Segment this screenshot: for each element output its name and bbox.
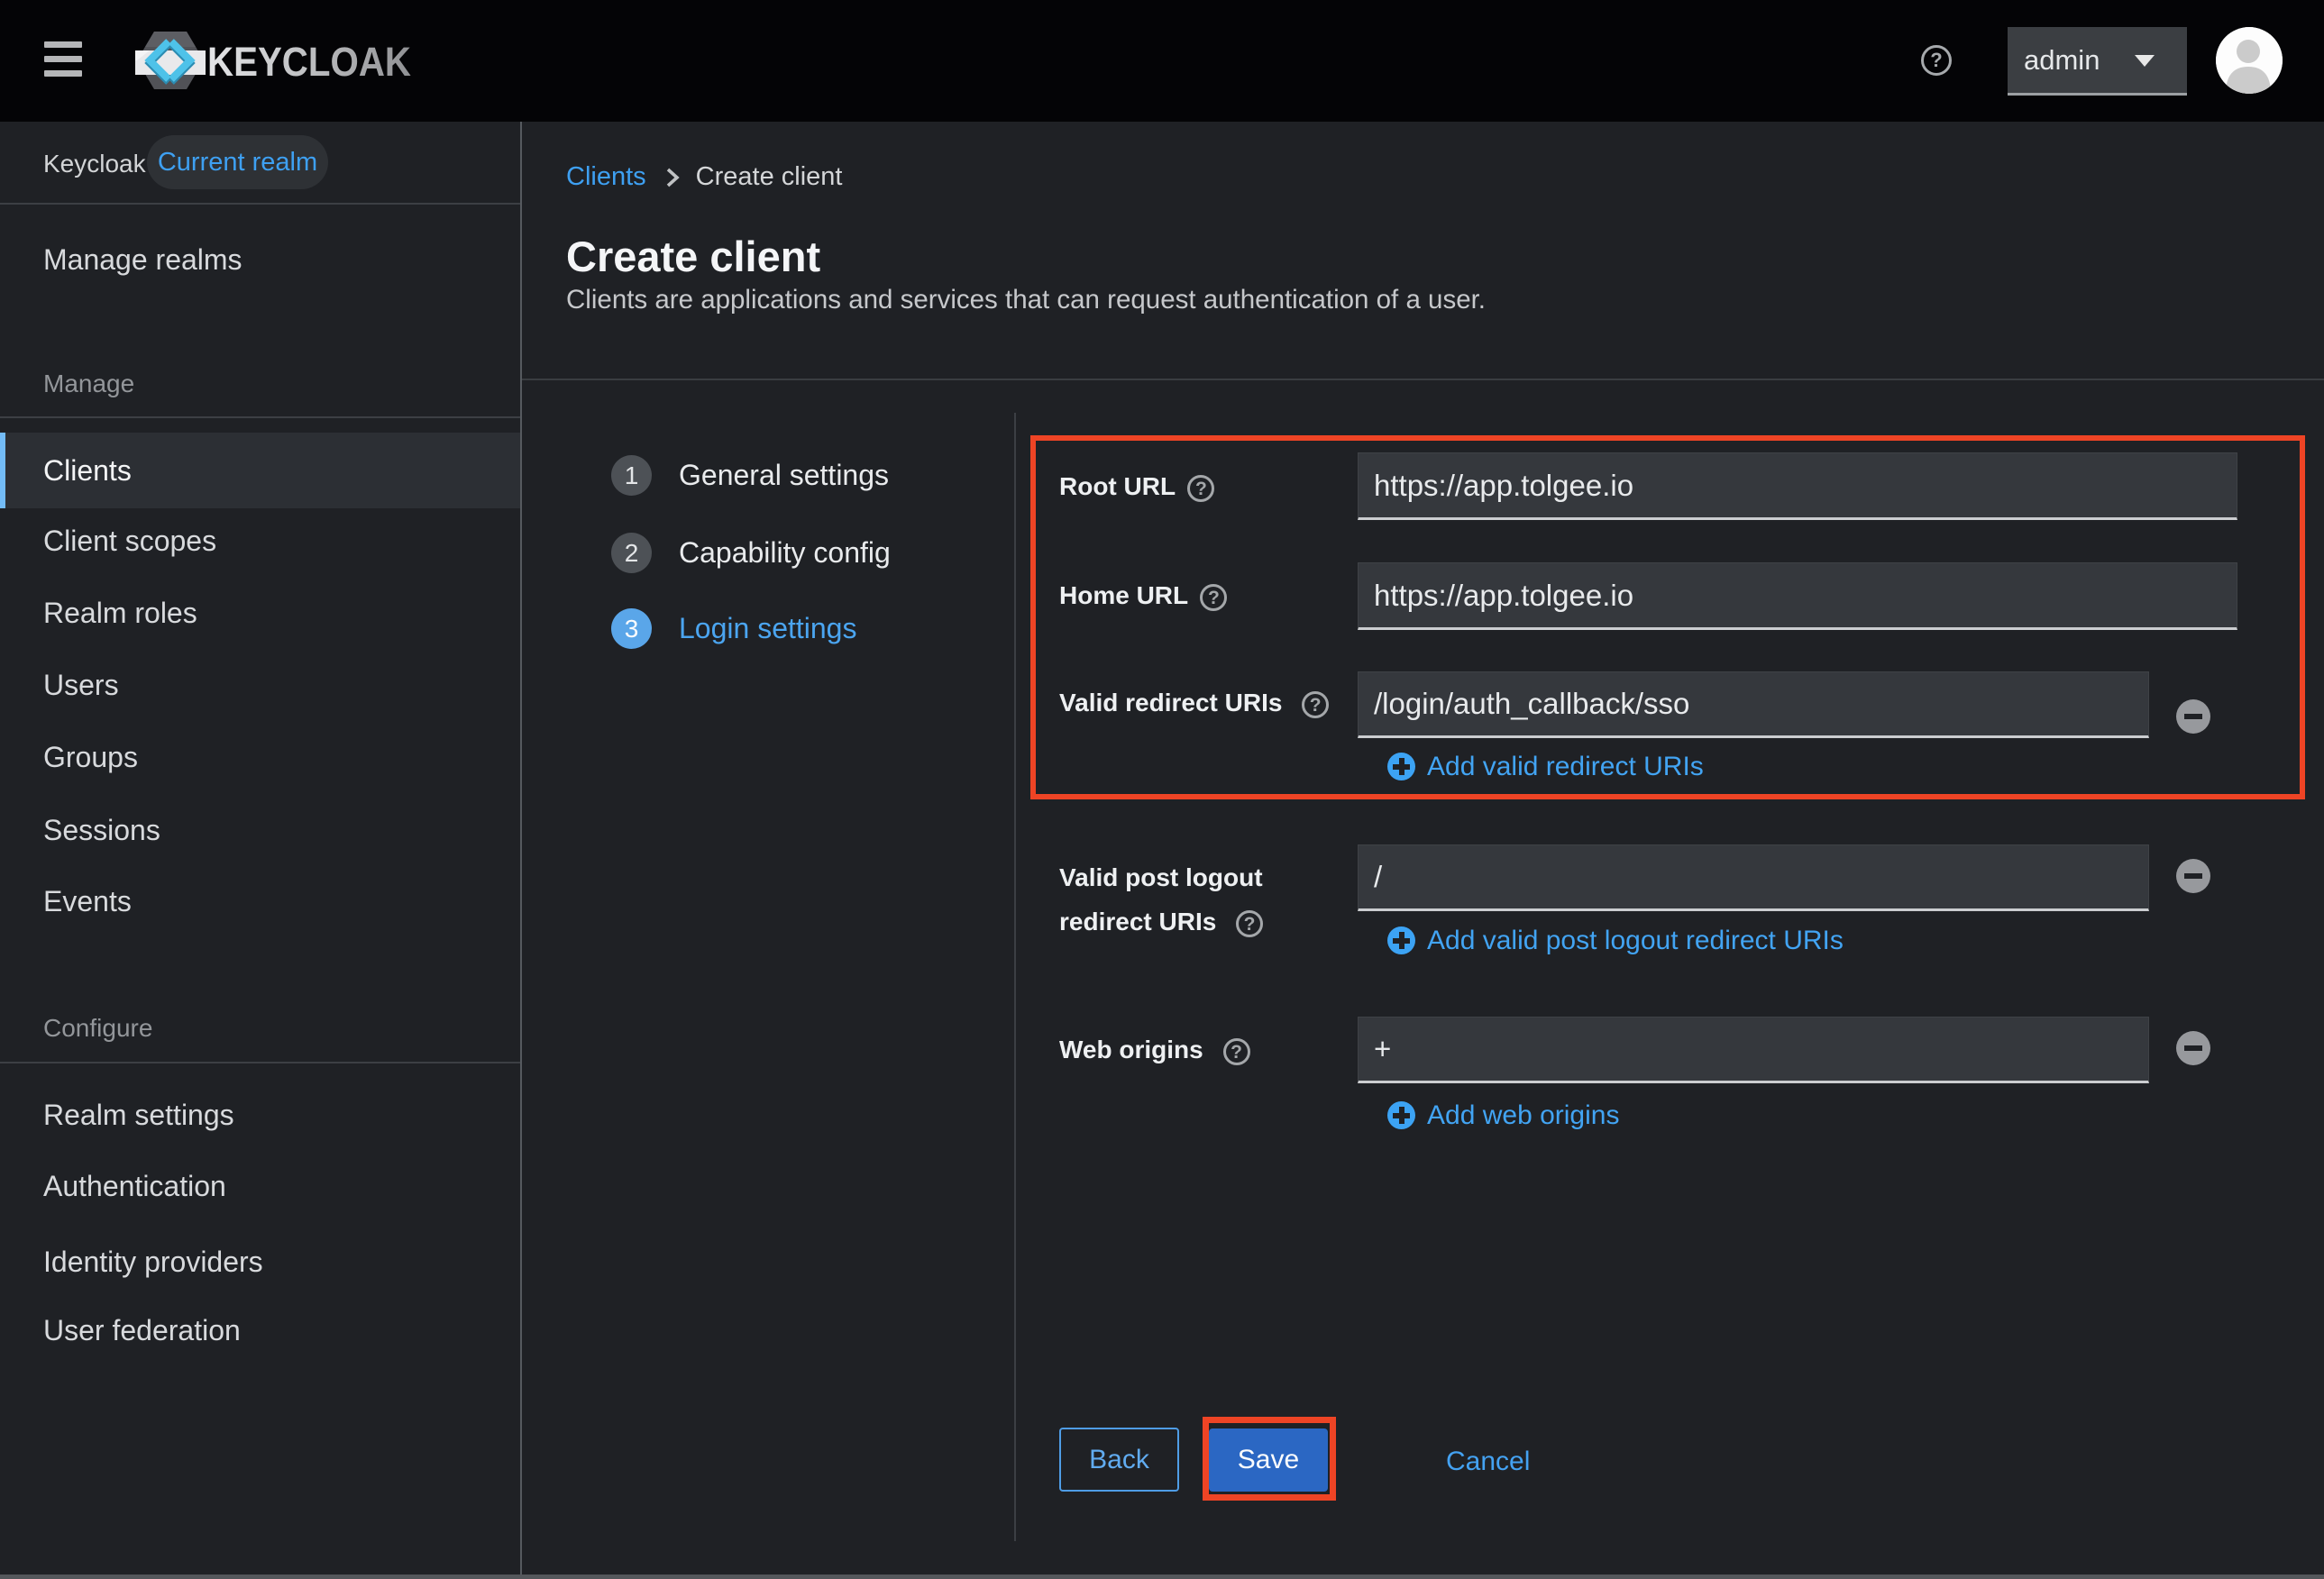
svg-text:KEYCLOAK: KEYCLOAK <box>207 39 411 85</box>
